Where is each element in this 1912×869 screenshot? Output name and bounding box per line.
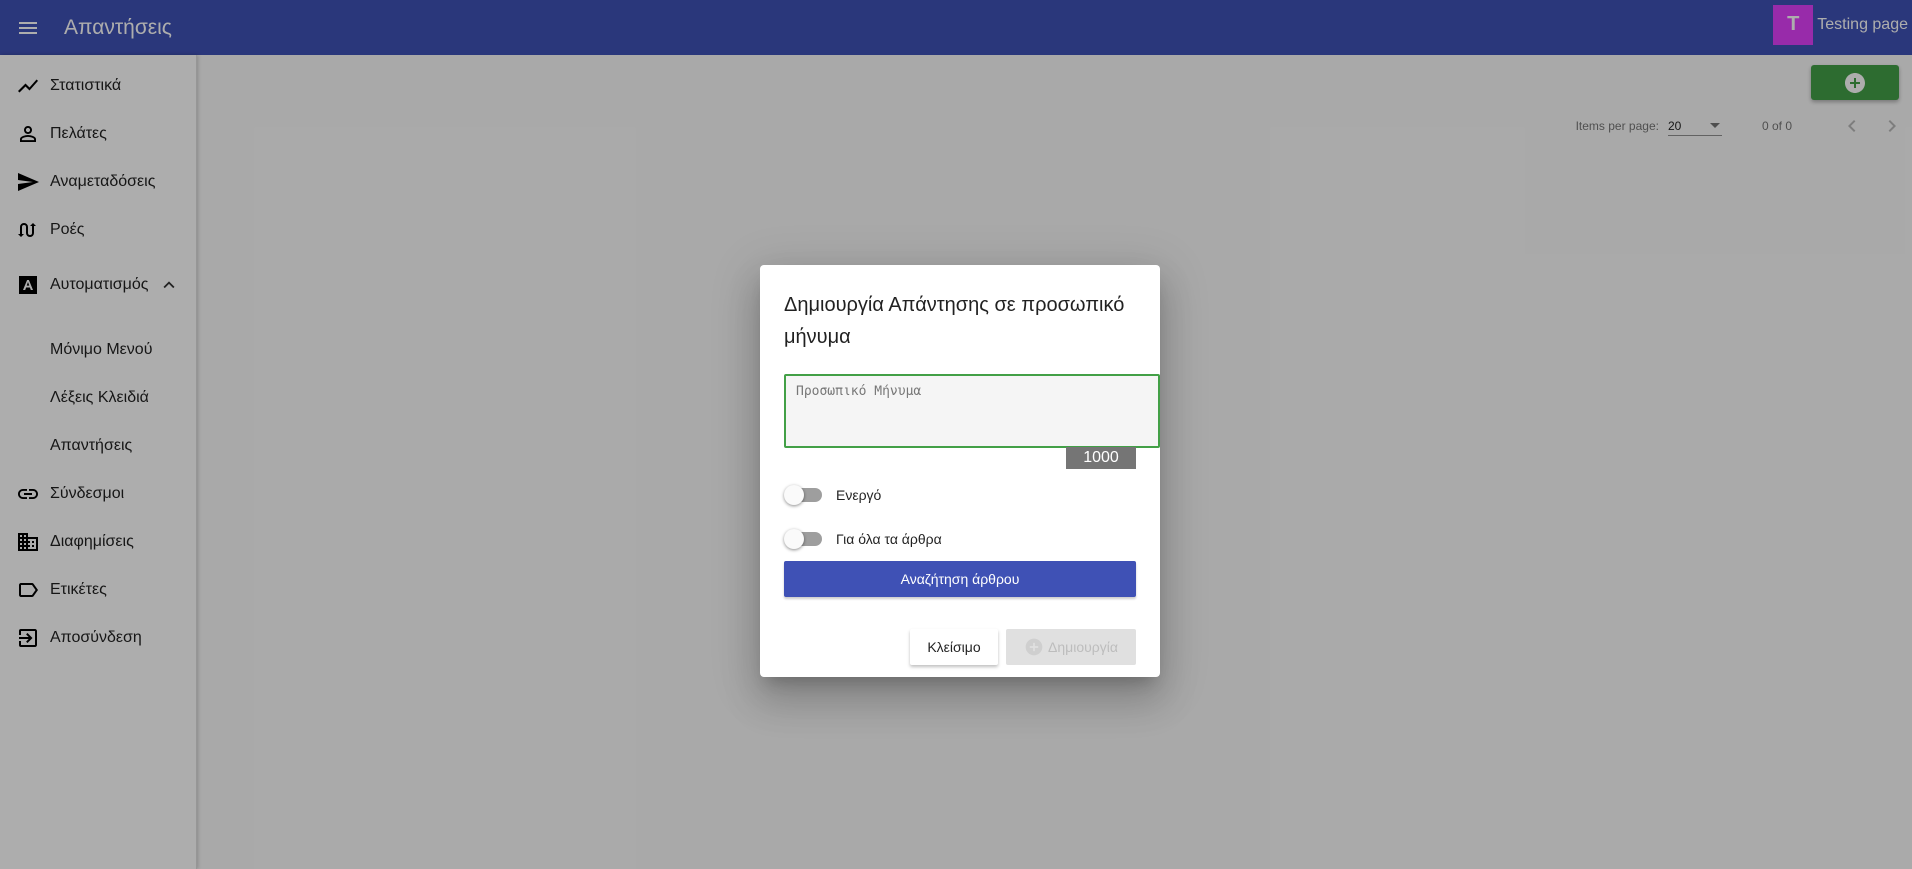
all-articles-toggle-row[interactable]: Για όλα τα άρθρα	[784, 527, 942, 551]
add-circle-icon	[1025, 638, 1043, 656]
create-reply-dialog: Δημιουργία Απάντησης σε προσωπικό μήνυμα…	[760, 265, 1160, 677]
all-articles-toggle[interactable]	[784, 529, 822, 549]
toggle-thumb	[784, 529, 804, 549]
all-articles-toggle-label: Για όλα τα άρθρα	[836, 531, 942, 547]
active-toggle[interactable]	[784, 485, 822, 505]
create-button[interactable]: Δημιουργία	[1006, 629, 1136, 665]
active-toggle-row[interactable]: Ενεργό	[784, 483, 882, 507]
toggle-thumb	[784, 485, 804, 505]
message-field-container	[784, 374, 1160, 448]
dialog-title: Δημιουργία Απάντησης σε προσωπικό μήνυμα	[784, 294, 1125, 348]
char-counter: 1000	[1066, 447, 1136, 469]
active-toggle-label: Ενεργό	[836, 487, 882, 503]
close-button[interactable]: Κλείσιμο	[910, 629, 998, 665]
create-button-label: Δημιουργία	[1048, 639, 1118, 655]
message-textarea[interactable]	[786, 376, 1158, 446]
search-article-button[interactable]: Αναζήτηση άρθρου	[784, 561, 1136, 597]
